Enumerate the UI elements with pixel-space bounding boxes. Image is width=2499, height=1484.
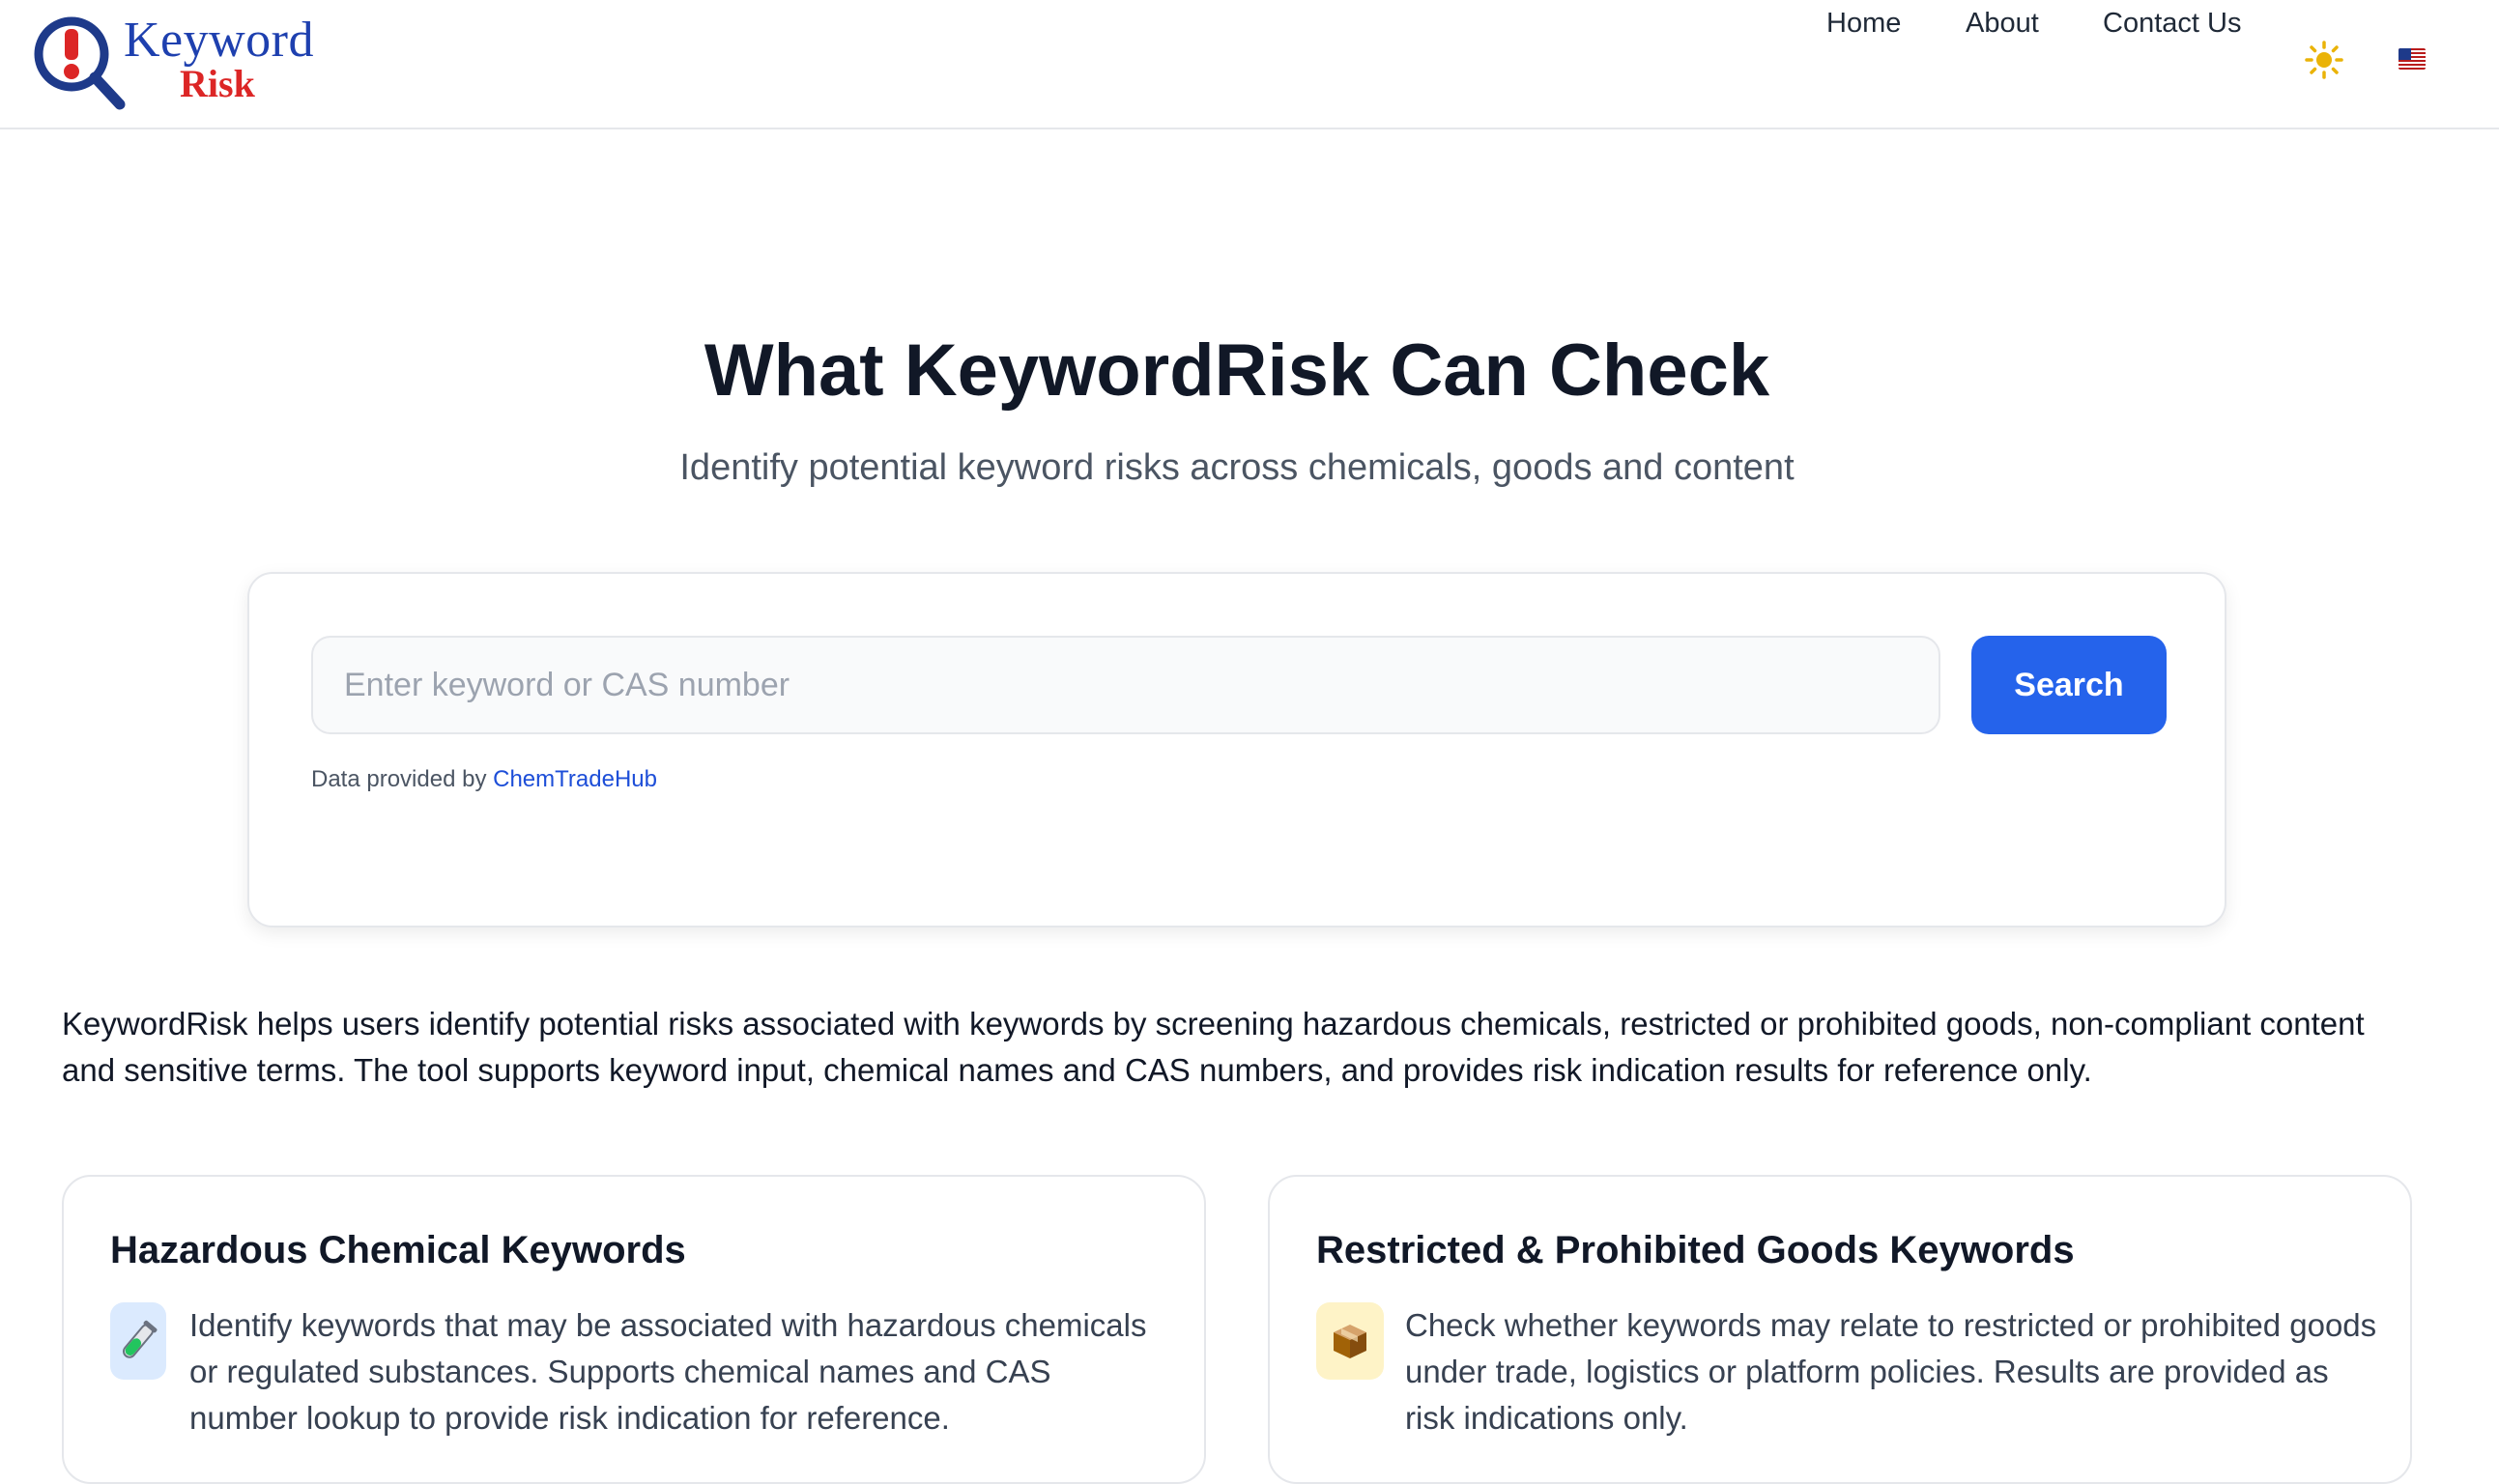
data-source-note: Data provided by ChemTradeHub <box>311 763 657 796</box>
magnifier-alert-icon <box>34 16 126 110</box>
sun-icon[interactable] <box>2305 41 2343 79</box>
page-subtitle: Identify potential keyword risks across … <box>679 447 1795 488</box>
search-input[interactable] <box>311 636 1940 734</box>
card-description: Identify keywords that may be associated… <box>189 1307 1147 1436</box>
chemtradehub-link[interactable]: ChemTradeHub <box>493 766 657 792</box>
us-flag-icon[interactable] <box>2398 48 2426 70</box>
intro-paragraph: KeywordRisk helps users identify potenti… <box>62 1006 2365 1088</box>
data-source-prefix: Data provided by <box>311 766 487 792</box>
search-button[interactable]: Search <box>1971 636 2167 734</box>
search-card: Search Data provided by ChemTradeHub <box>247 572 2226 928</box>
logo-text-risk: Risk <box>180 62 255 105</box>
nav-contact-link[interactable]: Contact Us <box>2103 0 2241 46</box>
card-title: Restricted & Prohibited Goods Keywords <box>1316 1229 2075 1271</box>
page-title: What KeywordRisk Can Check <box>704 329 1770 412</box>
card-description: Check whether keywords may relate to res… <box>1405 1307 2377 1436</box>
nav-about-link[interactable]: About <box>1966 0 2039 46</box>
site-logo[interactable]: Keyword Risk <box>27 10 336 110</box>
feature-card-restricted-goods: Restricted & Prohibited Goods Keywords C… <box>1268 1175 2412 1484</box>
test-tube-icon <box>110 1302 166 1380</box>
feature-card-hazardous-chemicals: Hazardous Chemical Keywords Identify key… <box>62 1175 1206 1484</box>
nav-home-link[interactable]: Home <box>1826 0 1901 46</box>
card-title: Hazardous Chemical Keywords <box>110 1229 686 1271</box>
site-header: Keyword Risk Home About Contact Us <box>0 0 2499 129</box>
package-icon <box>1316 1302 1384 1380</box>
